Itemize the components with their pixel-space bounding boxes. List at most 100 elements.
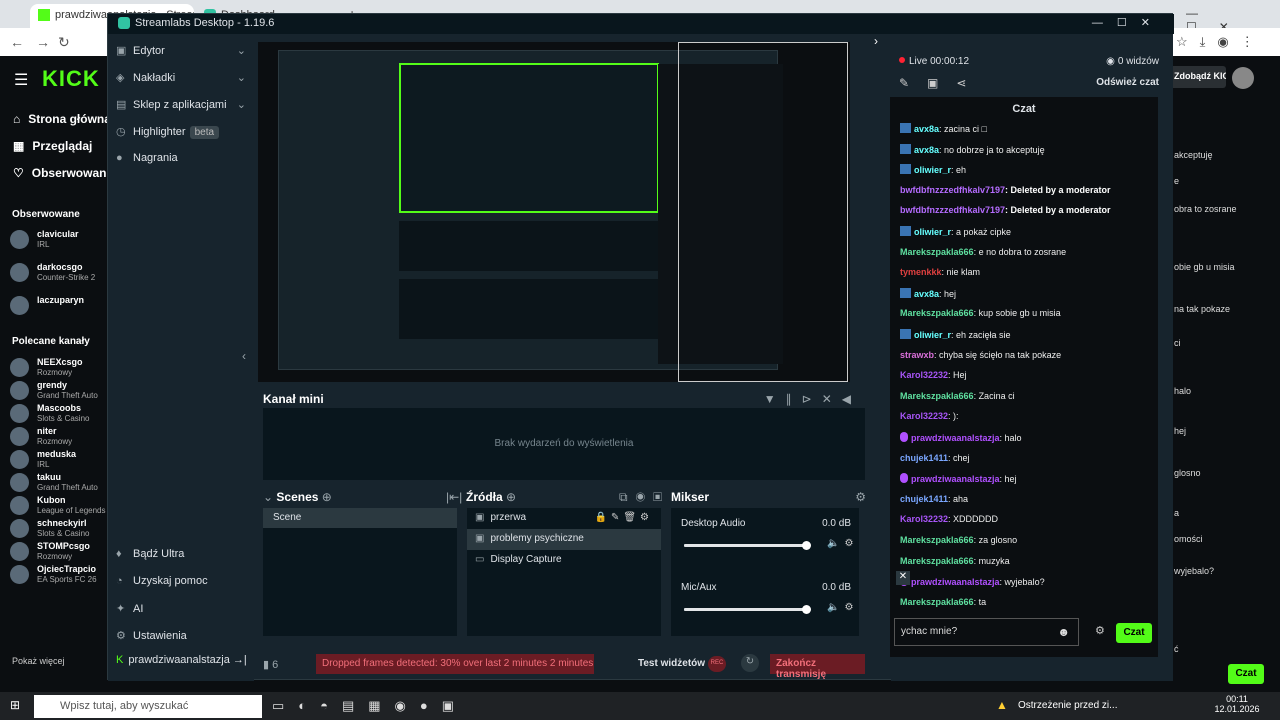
taskbar-warning-text[interactable]: Ostrzeżenie przed zi... xyxy=(1018,700,1117,711)
bottom-nav-item[interactable]: ✦ AI xyxy=(116,602,143,615)
mixer-settings-icon[interactable]: ⚙ xyxy=(855,490,866,504)
chat-username[interactable]: Karol32232 xyxy=(900,370,948,380)
chat-username[interactable]: avx8a xyxy=(914,289,939,299)
chat-username[interactable]: tymenkkk xyxy=(900,267,942,277)
kick-logo[interactable]: KICK xyxy=(42,66,100,92)
chat-username[interactable]: Karol32232 xyxy=(900,514,948,524)
bottom-nav-item[interactable]: ♦ Bądź Ultra xyxy=(116,548,184,560)
sources-toolbar-icons[interactable]: ⧉◉▣ xyxy=(619,490,670,505)
chat-settings-icon[interactable]: ⚙ xyxy=(1095,624,1105,637)
kick-nav-browse[interactable]: ▦ Przeglądaj xyxy=(13,139,108,166)
channel-item[interactable]: NEEXcsgo Rozmowy xyxy=(10,356,108,379)
nav-item[interactable]: ◷ Highlighter beta xyxy=(116,125,246,139)
account-row[interactable]: Kprawdziwaanalstazja →| xyxy=(116,654,247,666)
slobs-window-controls[interactable]: —☐✕ xyxy=(1092,16,1164,29)
chat-send-button[interactable]: Czat xyxy=(1116,623,1152,643)
channel-item[interactable]: takuu Grand Theft Auto xyxy=(10,471,108,494)
get-kicks-button[interactable]: Zdobądź KICKs xyxy=(1170,66,1226,88)
nav-item[interactable]: ▤ Sklep z aplikacjami ⌄ xyxy=(116,98,246,111)
logout-icon[interactable]: →| xyxy=(233,654,247,666)
channel-item[interactable]: Mascoobs Slots & Casino xyxy=(10,402,108,425)
chat-username[interactable]: prawdziwaanalstazja xyxy=(911,474,1000,484)
chat-username[interactable]: avx8a xyxy=(914,145,939,155)
channel-item[interactable]: laczuparyn xyxy=(10,294,108,327)
kick-nav-following[interactable]: ♡ Obserwowane xyxy=(13,166,108,193)
kick-chat-button[interactable]: Czat xyxy=(1228,664,1264,684)
forward-icon[interactable]: → xyxy=(36,34,50,50)
chat-username[interactable]: bwfdbfnzzzedfhkalv7197 xyxy=(900,205,1005,215)
clock[interactable]: 00:11 12.01.2026 xyxy=(1212,694,1262,714)
add-source-icon[interactable]: ⊕ xyxy=(506,490,516,504)
channel-item[interactable]: grendy Grand Theft Auto xyxy=(10,379,108,402)
kick-menu-icon[interactable]: ☰ xyxy=(14,70,28,90)
start-icon[interactable]: ⊞ xyxy=(10,698,20,712)
performance-icons[interactable]: ▮ 6 xyxy=(263,658,278,671)
close-icon[interactable]: ✕ xyxy=(896,571,910,585)
chat-username[interactable]: chujek1411 xyxy=(900,453,948,463)
chat-username[interactable]: chujek1411 xyxy=(900,494,948,504)
replay-icon[interactable]: ↻ xyxy=(741,654,759,672)
test-widgets-badge[interactable]: REC xyxy=(708,656,726,672)
channel-controls[interactable]: 🔈⚙ xyxy=(827,538,858,549)
emoji-icon[interactable]: ☻ xyxy=(1057,625,1070,639)
browser-extension-icons[interactable]: ☆⤓◉⋮ xyxy=(1176,34,1266,50)
end-stream-button[interactable]: Zakończ transmisję xyxy=(770,654,865,680)
chat-username[interactable]: oliwier_r xyxy=(914,330,951,340)
chat-username[interactable]: Marekszpakla666 xyxy=(900,308,974,318)
stream-preview[interactable] xyxy=(258,42,850,382)
mini-feed-controls[interactable]: ▼∥⊳✕◀ xyxy=(764,392,861,406)
reload-icon[interactable]: ↻ xyxy=(58,34,70,51)
nav-item[interactable]: ◈ Nakładki ⌄ xyxy=(116,71,246,84)
nav-item[interactable]: ● Nagrania xyxy=(116,152,246,164)
chat-input[interactable]: ychac mnie? ☻ xyxy=(894,618,1079,646)
chat-username[interactable]: oliwier_r xyxy=(914,165,951,175)
nav-item[interactable]: ▣ Edytor ⌄ xyxy=(116,44,246,57)
test-widgets-label[interactable]: Test widżetów xyxy=(638,658,705,669)
source-item[interactable]: ▣ przerwa 🔒✎🗑⚙ xyxy=(467,508,661,529)
chevron-down-icon[interactable]: ⌄ xyxy=(237,98,246,111)
chevron-down-icon[interactable]: ⌄ xyxy=(237,71,246,84)
chat-username[interactable]: Marekszpakla666 xyxy=(900,247,974,257)
channel-item[interactable]: schneckyirl Slots & Casino xyxy=(10,517,108,540)
back-icon[interactable]: ← xyxy=(10,34,24,50)
channel-item[interactable]: darkocsgo Counter-Strike 2 xyxy=(10,261,108,294)
channel-item[interactable]: STOMPcsgo Rozmowy xyxy=(10,540,108,563)
chat-username[interactable]: Marekszpakla666 xyxy=(900,535,974,545)
channel-item[interactable]: Kubon League of Legends xyxy=(10,494,108,517)
user-avatar[interactable] xyxy=(1232,67,1254,89)
chat-username[interactable]: strawxb xyxy=(900,350,934,360)
scene-item[interactable]: Scene xyxy=(263,508,457,528)
channel-item[interactable]: meduska IRL xyxy=(10,448,108,471)
bottom-nav-item[interactable]: ⚙ Ustawienia xyxy=(116,629,187,642)
channel-controls[interactable]: 🔈⚙ xyxy=(827,602,858,613)
channel-item[interactable]: OjciecTrapcio EA Sports FC 26 xyxy=(10,563,108,586)
refresh-chat-link[interactable]: Odśwież czat xyxy=(1096,77,1159,88)
volume-track[interactable] xyxy=(684,605,812,614)
add-scene-icon[interactable]: ⊕ xyxy=(322,490,332,504)
bottom-nav-item[interactable]: ◔ Uzyskaj pomoc xyxy=(116,575,208,587)
chat-username[interactable]: Marekszpakla666 xyxy=(900,391,974,401)
chat-username[interactable]: avx8a xyxy=(914,124,939,134)
chat-username[interactable]: prawdziwaanalstazja xyxy=(911,577,1000,587)
channel-item[interactable]: clavicular IRL xyxy=(10,228,108,261)
source-item[interactable]: ▭ Display Capture xyxy=(467,550,661,571)
volume-track[interactable] xyxy=(684,541,812,550)
channel-item[interactable]: niter Rozmowy xyxy=(10,425,108,448)
taskbar-app-icons[interactable]: ▭◐◓▤▦◉●▣ xyxy=(272,698,468,714)
kick-nav-home[interactable]: ⌂ Strona główna xyxy=(13,112,108,139)
show-more-link[interactable]: Pokaż więcej xyxy=(12,656,65,666)
chat-username[interactable]: oliwier_r xyxy=(914,227,951,237)
selection-box[interactable] xyxy=(678,42,848,382)
scene-transitions-icon[interactable]: |⇤| xyxy=(446,490,462,504)
chat-username[interactable]: prawdziwaanalstazja xyxy=(911,433,1000,443)
source-item[interactable]: ▣ problemy psychiczne xyxy=(467,529,661,550)
chat-username[interactable]: Marekszpakla666 xyxy=(900,556,974,566)
collapse-chat-icon[interactable]: › xyxy=(874,34,878,48)
expand-sidebar-icon[interactable]: ‹ xyxy=(242,349,246,363)
chat-username[interactable]: bwfdbfnzzzedfhkalv7197 xyxy=(900,185,1005,195)
taskbar-search[interactable]: Wpisz tutaj, aby wyszukać xyxy=(34,695,262,718)
chevron-down-icon[interactable]: ⌄ xyxy=(237,44,246,57)
chat-tool-icons[interactable]: ✎▣⋖ xyxy=(899,76,984,90)
chat-username[interactable]: Marekszpakla666 xyxy=(900,597,974,607)
chat-username[interactable]: Karol32232 xyxy=(900,411,948,421)
